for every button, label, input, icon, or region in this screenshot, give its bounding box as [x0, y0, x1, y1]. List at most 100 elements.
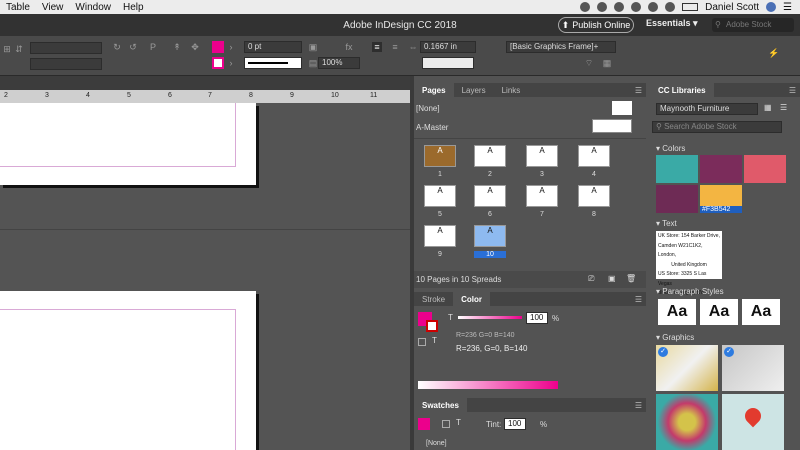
graphic-thumb[interactable] — [722, 394, 784, 450]
stroke-weight-field[interactable]: 0 pt — [244, 41, 302, 53]
swatch-tint-field[interactable]: 100 — [504, 418, 526, 430]
list-view-icon[interactable]: ☰ — [780, 103, 787, 112]
menu-list-icon[interactable]: ☰ — [783, 2, 792, 13]
stroke-proxy-swatch[interactable] — [426, 320, 438, 332]
spacing-icon[interactable]: ⇔ — [408, 42, 418, 52]
reference-point-icon[interactable]: ⊞ — [2, 44, 12, 54]
page-thumb-8[interactable]: A — [578, 185, 610, 207]
graphic-thumb[interactable] — [656, 394, 718, 450]
pasteboard[interactable] — [0, 103, 410, 450]
color-ramp[interactable] — [418, 381, 558, 389]
stroke-swatch[interactable] — [212, 57, 224, 69]
swatch-none[interactable]: [None] — [426, 440, 447, 447]
panel-menu-icon[interactable]: ☰ — [635, 295, 642, 304]
page-size-icon[interactable]: ⎚ — [588, 274, 594, 284]
page-thumb-7[interactable]: A — [526, 185, 558, 207]
x-scale-field[interactable] — [30, 42, 102, 54]
panel-menu-icon[interactable]: ☰ — [635, 86, 642, 95]
lightning-icon[interactable]: ⚡ — [768, 48, 779, 58]
panel-menu-icon[interactable]: ☰ — [635, 401, 642, 410]
stroke-type-field[interactable] — [244, 57, 302, 69]
wifi-icon[interactable] — [665, 2, 676, 12]
tab-stroke[interactable]: Stroke — [414, 292, 453, 306]
align-center-icon[interactable]: ≡ — [390, 42, 400, 52]
frame-fit-icon[interactable]: ▣ — [308, 42, 318, 52]
page-thumb-4[interactable]: A — [578, 145, 610, 167]
swatch-fill-proxy[interactable] — [418, 418, 430, 430]
page-thumb-10[interactable]: A — [474, 225, 506, 247]
menu-help[interactable]: Help — [117, 2, 150, 13]
swatch-text-icon[interactable]: T — [456, 418, 461, 427]
page-thumb-9[interactable]: A — [424, 225, 456, 247]
opacity-icon[interactable]: ▤ — [308, 58, 318, 68]
page-thumb-3[interactable]: A — [526, 145, 558, 167]
menu-view[interactable]: View — [36, 2, 70, 13]
object-style-dropdown[interactable]: [Basic Graphics Frame]+ — [506, 41, 616, 53]
library-text-item[interactable]: UK Store: 154 Barker Drive, Camden W21C1… — [656, 231, 722, 306]
grid-view-icon[interactable]: ▦ — [764, 103, 772, 112]
none-master-label[interactable]: [None] — [416, 104, 440, 113]
constrain-icon[interactable]: ⇵ — [14, 44, 24, 54]
library-color-swatch[interactable] — [700, 155, 742, 183]
library-color-swatch[interactable] — [656, 185, 698, 213]
rotate-icon[interactable]: ↻ — [112, 42, 122, 52]
library-search[interactable]: ⚲ Search Adobe Stock — [652, 121, 782, 133]
spacing-field[interactable]: 0.1667 in — [420, 41, 476, 53]
publish-online-button[interactable]: ⬆ Publish Online — [558, 17, 634, 33]
graphics-section-label[interactable]: ▾ Graphics — [656, 333, 694, 342]
document-page[interactable] — [0, 103, 256, 185]
adobe-stock-search[interactable]: ⚲ Adobe Stock — [712, 18, 794, 32]
page-thumb-1[interactable]: A — [424, 145, 456, 167]
select-container-icon[interactable]: ↟ — [172, 42, 182, 52]
formatting-container-icon[interactable] — [418, 338, 426, 346]
opacity-field[interactable]: 100% — [318, 57, 360, 69]
a-master-thumb[interactable] — [592, 119, 632, 133]
swatch-container-icon[interactable] — [442, 420, 450, 428]
tab-pages[interactable]: Pages — [414, 83, 454, 97]
creative-cloud-icon[interactable] — [597, 2, 608, 12]
wifi-stroke-icon[interactable]: ⌔ — [584, 58, 594, 68]
new-page-icon[interactable]: ▣ — [608, 274, 616, 283]
tab-links[interactable]: Links — [494, 83, 529, 97]
stroke-menu-chevron-icon[interactable]: › — [226, 58, 236, 68]
none-master-thumb[interactable] — [612, 101, 632, 115]
bluetooth-icon[interactable] — [648, 2, 659, 12]
fx-icon[interactable]: fx — [344, 42, 354, 52]
menu-table[interactable]: Table — [0, 2, 36, 13]
paragraph-styles-label[interactable]: ▾ Paragraph Styles — [656, 287, 724, 296]
graphic-thumb[interactable]: ✓ — [722, 345, 784, 391]
text-section-label[interactable]: ▾ Text — [656, 219, 677, 228]
wrap-icon[interactable]: ▦ — [602, 58, 612, 68]
paragraph-style-item[interactable]: Aa — [700, 299, 738, 325]
align-left-icon[interactable]: ≡ — [372, 42, 382, 52]
tab-cc-libraries[interactable]: CC Libraries — [650, 83, 714, 97]
tint-slider[interactable] — [458, 316, 522, 319]
user-name[interactable]: Daniel Scott — [705, 2, 759, 13]
timemachine-icon[interactable] — [631, 2, 642, 12]
tab-swatches[interactable]: Swatches — [414, 398, 467, 412]
tab-layers[interactable]: Layers — [454, 83, 494, 97]
y-scale-field[interactable] — [30, 58, 102, 70]
paragraph-style-item[interactable]: Aa — [658, 299, 696, 325]
library-color-swatch[interactable] — [656, 155, 698, 183]
select-content-icon[interactable]: ✥ — [190, 42, 200, 52]
workspace-switcher[interactable]: Essentials ▾ — [646, 18, 698, 29]
frame-preview-field[interactable] — [422, 57, 474, 69]
tab-color[interactable]: Color — [453, 292, 491, 306]
library-color-swatch-selected[interactable]: #F3B542 — [700, 185, 742, 213]
battery-icon[interactable] — [682, 3, 699, 11]
library-dropdown[interactable]: Maynooth Furniture — [656, 103, 758, 115]
tint-field[interactable]: 100 — [526, 312, 548, 324]
a-master-label[interactable]: A-Master — [416, 123, 448, 132]
library-color-swatch[interactable] — [744, 155, 786, 183]
panel-menu-icon[interactable]: ☰ — [789, 86, 796, 95]
page-thumb-2[interactable]: A — [474, 145, 506, 167]
page-thumb-6[interactable]: A — [474, 185, 506, 207]
record-icon[interactable] — [614, 2, 625, 12]
formatting-text-icon[interactable]: T — [432, 336, 437, 345]
graphic-thumb[interactable]: ✓ — [656, 345, 718, 391]
dropbox-icon[interactable] — [580, 2, 591, 12]
page-thumb-5[interactable]: A — [424, 185, 456, 207]
fill-menu-chevron-icon[interactable]: › — [226, 42, 236, 52]
rotate-ccw-icon[interactable]: ↺ — [128, 42, 138, 52]
